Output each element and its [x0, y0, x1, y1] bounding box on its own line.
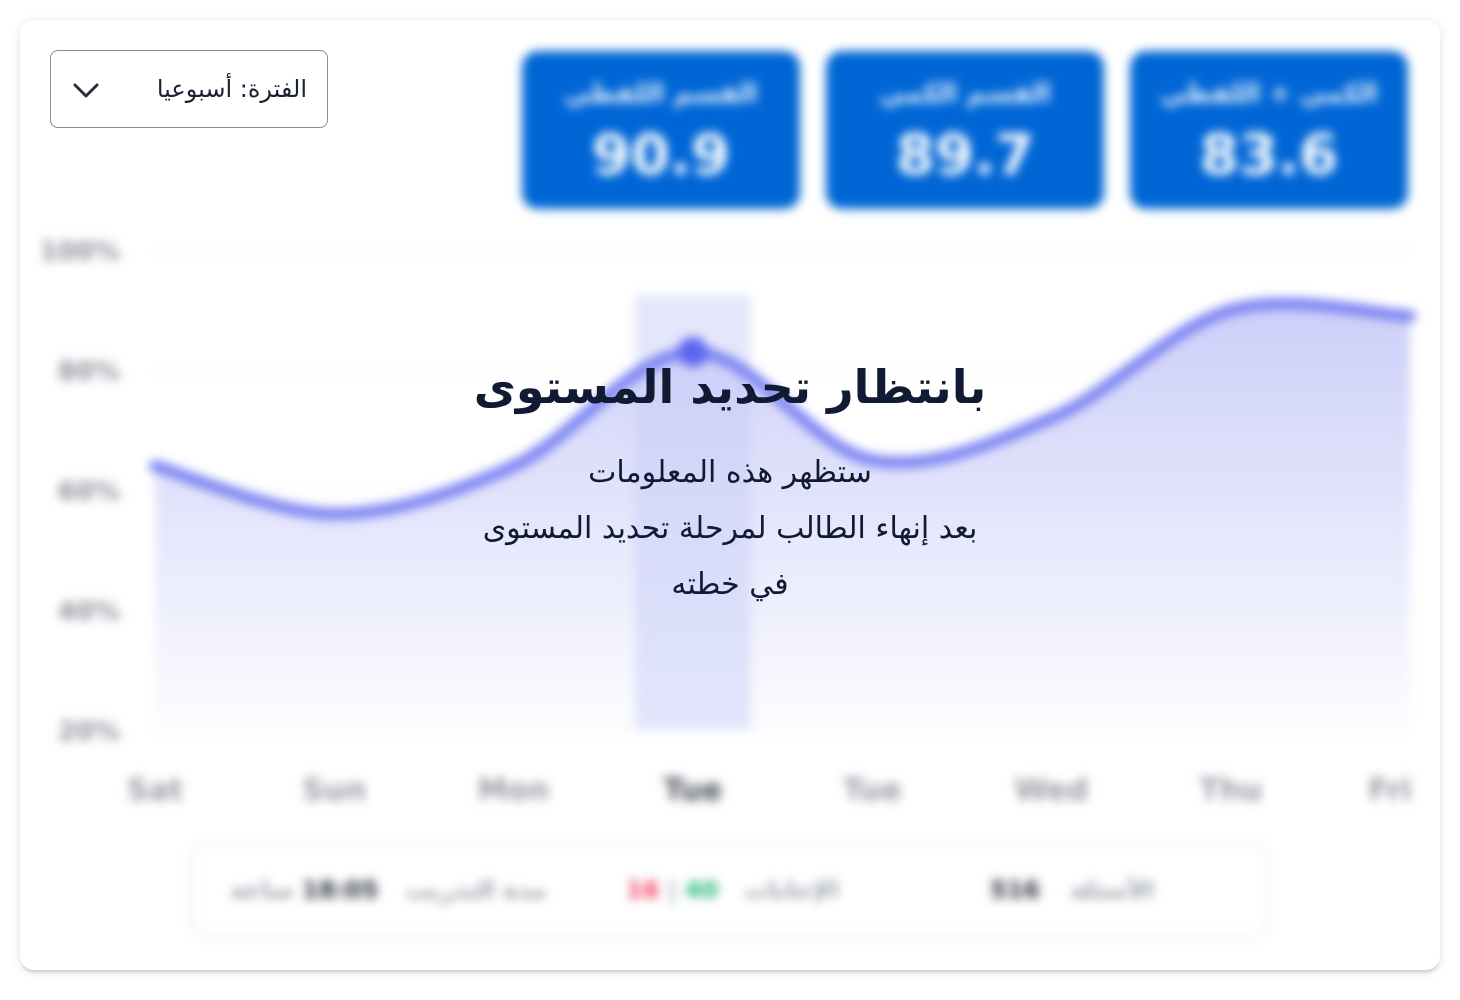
duration-number: 18:05 [301, 876, 379, 904]
duration-unit: ساعة [230, 876, 294, 904]
answers-correct: 40 [684, 876, 719, 904]
questions-value: 516 [990, 876, 1041, 904]
overlay-message: ستظهر هذه المعلومات بعد إنهاء الطالب لمر… [20, 445, 1440, 613]
period-label: الفترة: أسبوعيا [156, 75, 307, 103]
overlay-line-3: في خطته [671, 567, 789, 603]
x-tick-label: Thu [1199, 773, 1262, 808]
overlay-title: بانتظار تحديد المستوى [473, 360, 987, 414]
period-dropdown[interactable]: الفترة: أسبوعيا [50, 50, 328, 128]
x-tick-label: Fri [1368, 773, 1412, 808]
chevron-down-icon [73, 83, 99, 98]
summary-bar: الأسئلة 516 الإجابات 16 | 40 مدة التدريب… [190, 842, 1268, 938]
x-tick-label: Wed [1015, 773, 1089, 808]
duration-value: 18:05 ساعة [230, 876, 378, 904]
placement-pending-overlay: بانتظار تحديد المستوى ستظهر هذه المعلوما… [20, 360, 1440, 613]
performance-card: الكمي + اللفظي 83.6 القسم الكمي 89.7 الق… [20, 20, 1440, 970]
overlay-line-1: ستظهر هذه المعلومات [588, 455, 872, 491]
x-tick-label: Sun [302, 773, 366, 808]
x-tick-label: Tue [663, 773, 722, 808]
y-tick-label: 100% [40, 237, 120, 267]
x-tick-label: Mon [478, 773, 550, 808]
questions-label: الأسئلة [1070, 876, 1154, 904]
x-tick-label: Tue [843, 773, 902, 808]
x-tick-label: Sat [127, 773, 183, 808]
y-tick-label: 20% [58, 717, 120, 747]
answers-separator: | [667, 876, 677, 904]
answers-values: 16 | 40 [626, 876, 718, 904]
duration-label: مدة التدريب [406, 876, 547, 904]
answers-wrong: 16 [626, 876, 660, 904]
overlay-line-2: بعد إنهاء الطالب لمرحلة تحديد المستوى [482, 511, 978, 547]
answers-label: الإجابات [744, 876, 839, 904]
